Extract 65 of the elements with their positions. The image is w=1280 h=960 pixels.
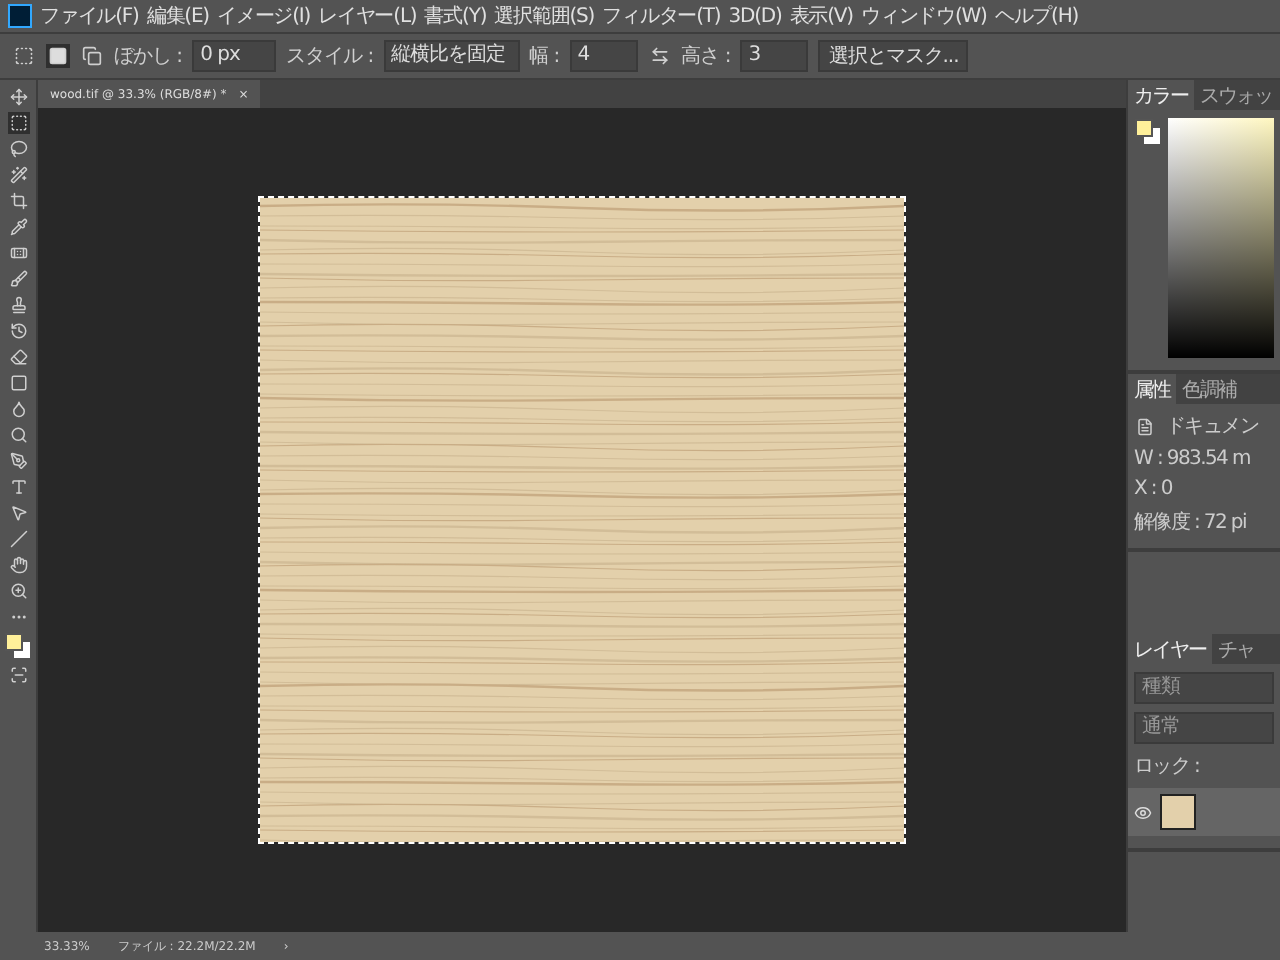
marquee-icon[interactable] xyxy=(7,112,29,134)
line-icon[interactable] xyxy=(7,528,29,550)
panel-tab[interactable]: チャ xyxy=(1212,634,1260,664)
zoom-icon[interactable] xyxy=(7,580,29,602)
menu-item[interactable]: イメージ(I) xyxy=(216,2,311,30)
bandage-icon[interactable] xyxy=(7,242,29,264)
style-dropdown[interactable]: 縦横比を固定 xyxy=(383,40,520,72)
menu-item[interactable]: レイヤー(L) xyxy=(318,2,417,30)
wand-icon[interactable] xyxy=(7,164,29,186)
menu-item[interactable]: 書式(Y) xyxy=(424,2,487,30)
height-field[interactable]: 3 xyxy=(740,40,809,72)
app-logo-icon[interactable] xyxy=(8,4,32,28)
layer-thumbnail xyxy=(1160,794,1196,830)
layer-row[interactable] xyxy=(1128,788,1280,836)
height-label: 高さ : xyxy=(681,43,731,70)
pen-icon[interactable] xyxy=(7,450,29,472)
brush-icon[interactable] xyxy=(7,268,29,290)
select-and-mask-button[interactable]: 選択とマスク... xyxy=(818,40,969,72)
feather-field[interactable]: 0 px xyxy=(192,40,277,72)
layer-filter-field[interactable]: 種類 xyxy=(1134,672,1274,704)
color-swatches-icon[interactable] xyxy=(4,632,32,660)
add-selection-icon[interactable] xyxy=(80,44,104,68)
feather-label: ぼかし : xyxy=(114,44,183,70)
blend-mode-dropdown[interactable]: 通常 xyxy=(1134,712,1274,744)
menu-item[interactable]: 編集(E) xyxy=(146,2,209,30)
menu-item[interactable]: 選択範囲(S) xyxy=(494,2,595,30)
stamp-icon[interactable] xyxy=(7,294,29,316)
marquee-icon[interactable] xyxy=(12,44,36,68)
panel-tab[interactable]: 色調補 xyxy=(1176,374,1242,404)
panel-tab[interactable]: レイヤー xyxy=(1128,634,1212,664)
menu-item[interactable]: 表示(V) xyxy=(789,2,853,30)
section-title: ドキュメン xyxy=(1164,414,1259,440)
width-value: W : 983.54 m xyxy=(1132,448,1252,470)
panel-tab[interactable]: 属性 xyxy=(1128,374,1176,404)
color-swatches-icon[interactable] xyxy=(1134,118,1162,146)
lock-label: ロック : xyxy=(1132,754,1202,780)
swap-icon[interactable] xyxy=(647,44,672,68)
crop-icon[interactable] xyxy=(7,190,29,212)
history-brush-icon[interactable] xyxy=(7,320,29,342)
resolution-value: 解像度 : 72 pi xyxy=(1132,509,1248,536)
hand-icon[interactable] xyxy=(7,554,29,576)
panel-tab[interactable]: スウォッ xyxy=(1194,80,1278,110)
type-icon[interactable] xyxy=(7,476,29,498)
width-label: 幅 : xyxy=(529,44,560,70)
x-value: X : 0 xyxy=(1132,478,1174,500)
pointer-icon[interactable] xyxy=(7,502,29,524)
eye-icon[interactable] xyxy=(1134,803,1152,821)
menu-item[interactable]: 3D(D) xyxy=(728,5,782,27)
menu-item[interactable]: ヘルプ(H) xyxy=(994,2,1079,30)
color-picker-gradient[interactable] xyxy=(1168,118,1274,358)
menu-item[interactable]: ウィンドウ(W) xyxy=(860,2,987,30)
eyedropper-icon[interactable] xyxy=(7,216,29,238)
quick-mask-icon[interactable] xyxy=(7,664,29,686)
width-field[interactable]: 4 xyxy=(569,40,638,72)
panel-tab[interactable]: カラー xyxy=(1128,80,1194,110)
menu-item[interactable]: ファイル(F) xyxy=(40,2,139,30)
new-selection-icon[interactable] xyxy=(46,44,70,68)
move-icon[interactable] xyxy=(7,86,29,108)
eraser-icon[interactable] xyxy=(7,346,29,368)
style-label: スタイル : xyxy=(286,44,374,70)
drop-icon[interactable] xyxy=(7,398,29,420)
menu-item[interactable]: フィルター(T) xyxy=(602,2,721,30)
magnifier-icon[interactable] xyxy=(7,424,29,446)
document-icon xyxy=(1134,415,1156,437)
lasso-icon[interactable] xyxy=(7,138,29,160)
